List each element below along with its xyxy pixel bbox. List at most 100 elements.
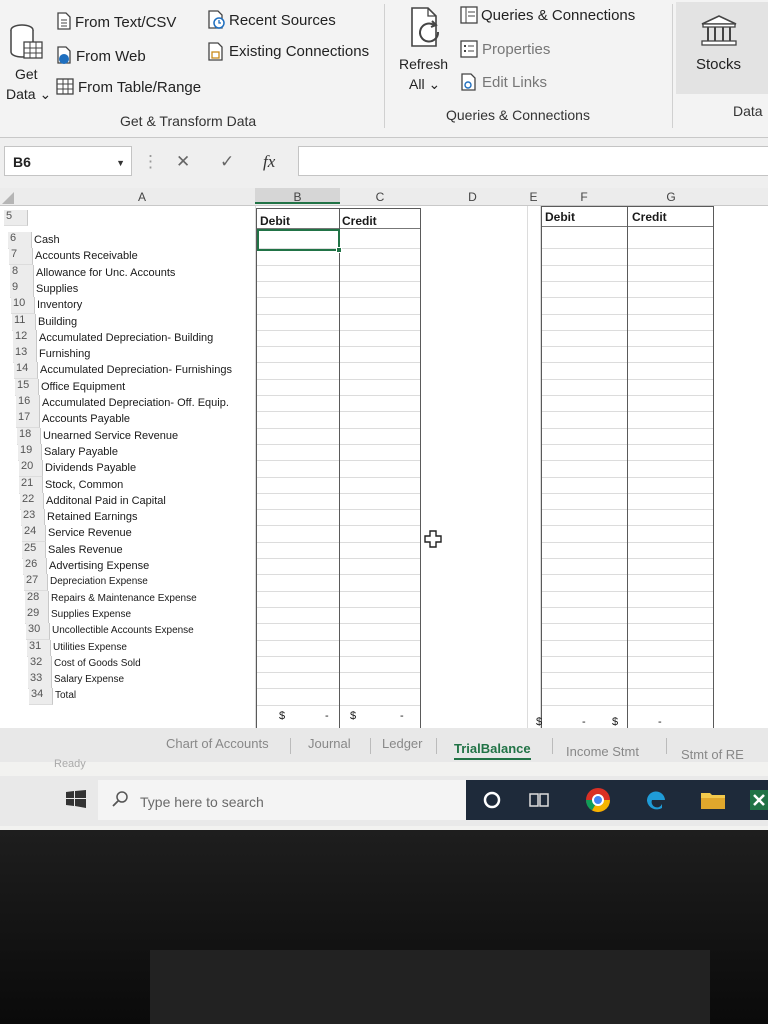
- row-number[interactable]: 8: [10, 264, 34, 282]
- column-header-g[interactable]: G: [628, 190, 714, 204]
- formula-input[interactable]: [298, 146, 768, 176]
- column-header-e[interactable]: E: [527, 190, 540, 204]
- account-label[interactable]: Stock, Common: [45, 479, 123, 491]
- row-number[interactable]: 18: [17, 427, 41, 445]
- row-number[interactable]: 29: [25, 606, 49, 624]
- file-explorer-icon[interactable]: [700, 790, 726, 810]
- row-number[interactable]: 31: [27, 639, 51, 657]
- bank-icon[interactable]: [700, 14, 738, 48]
- account-label[interactable]: Accumulated Depreciation- Building: [39, 332, 213, 344]
- account-label[interactable]: Allowance for Unc. Accounts: [36, 267, 175, 279]
- account-label[interactable]: Repairs & Maintenance Expense: [51, 593, 197, 604]
- row-number[interactable]: 22: [20, 492, 44, 510]
- row-number[interactable]: 33: [28, 672, 52, 690]
- account-label[interactable]: Inventory: [37, 299, 82, 311]
- row-number[interactable]: 24: [22, 525, 46, 543]
- tab-trial-balance[interactable]: TrialBalance: [454, 741, 531, 760]
- row-number[interactable]: 17: [16, 411, 40, 429]
- database-icon[interactable]: [8, 22, 44, 62]
- row-number[interactable]: 34: [29, 688, 53, 706]
- from-table-range-button[interactable]: From Table/Range: [78, 79, 201, 96]
- account-label[interactable]: Dividends Payable: [45, 462, 136, 474]
- refresh-icon[interactable]: [408, 6, 444, 50]
- account-label[interactable]: Accumulated Depreciation- Off. Equip.: [42, 397, 229, 409]
- row-number[interactable]: 21: [19, 476, 43, 494]
- row-number[interactable]: 32: [28, 655, 52, 673]
- account-label[interactable]: Accumulated Depreciation- Furnishings: [40, 364, 232, 376]
- enter-icon[interactable]: ✓: [220, 152, 234, 172]
- row-number[interactable]: 23: [21, 509, 45, 527]
- fill-handle[interactable]: [336, 247, 342, 253]
- refresh-all-button[interactable]: All ⌄: [409, 76, 440, 93]
- taskbar-search-box[interactable]: Type here to search: [98, 780, 466, 820]
- cancel-icon[interactable]: ✕: [176, 152, 190, 172]
- account-label[interactable]: Total: [55, 690, 76, 701]
- row-number[interactable]: 19: [18, 443, 42, 461]
- tab-stmt-of-re[interactable]: Stmt of RE: [681, 747, 744, 762]
- select-all-icon[interactable]: [2, 192, 14, 204]
- row-number[interactable]: 26: [23, 558, 47, 575]
- account-label[interactable]: Retained Earnings: [47, 511, 138, 523]
- from-web-button[interactable]: From Web: [76, 48, 146, 65]
- row-number[interactable]: 12: [13, 329, 37, 347]
- chevron-down-icon[interactable]: ▼: [116, 158, 125, 168]
- row-number[interactable]: 9: [10, 280, 34, 298]
- task-view-icon[interactable]: [528, 790, 550, 810]
- get-data-line1[interactable]: Get: [15, 66, 38, 82]
- row-number[interactable]: 15: [15, 378, 39, 396]
- row-number[interactable]: 13: [13, 346, 37, 364]
- account-label[interactable]: Supplies Expense: [51, 609, 131, 620]
- account-label[interactable]: Building: [38, 316, 77, 328]
- name-box[interactable]: B6 ▼: [4, 146, 132, 176]
- edge-icon[interactable]: [644, 788, 668, 812]
- tab-ledger[interactable]: Ledger: [382, 736, 422, 751]
- row-number[interactable]: 30: [26, 623, 50, 641]
- start-button[interactable]: [56, 780, 96, 818]
- column-header-a[interactable]: A: [30, 190, 254, 204]
- recent-sources-button[interactable]: Recent Sources: [229, 12, 336, 29]
- account-label[interactable]: Accounts Payable: [42, 413, 130, 425]
- column-header-c[interactable]: C: [340, 190, 420, 204]
- account-label[interactable]: Furnishing: [39, 348, 90, 360]
- row-number[interactable]: 27: [24, 574, 48, 592]
- account-label[interactable]: Salary Expense: [54, 674, 124, 685]
- row-number[interactable]: 11: [12, 313, 36, 331]
- row-number[interactable]: 5: [4, 210, 28, 226]
- row-number[interactable]: 20: [19, 460, 43, 478]
- account-label[interactable]: Advertising Expense: [49, 560, 149, 572]
- column-header-d[interactable]: D: [420, 190, 525, 204]
- account-label[interactable]: Unearned Service Revenue: [43, 430, 178, 442]
- tab-income-stmt[interactable]: Income Stmt: [566, 744, 639, 759]
- account-label[interactable]: Accounts Receivable: [35, 250, 138, 262]
- account-label[interactable]: Uncollectible Accounts Expense: [52, 625, 194, 636]
- account-label[interactable]: Depreciation Expense: [50, 576, 148, 587]
- excel-icon[interactable]: [750, 790, 768, 810]
- properties-button[interactable]: Properties: [482, 41, 550, 58]
- existing-connections-button[interactable]: Existing Connections: [229, 43, 369, 60]
- column-header-f[interactable]: F: [540, 190, 628, 204]
- account-label[interactable]: Salary Payable: [44, 446, 118, 458]
- cortana-icon[interactable]: [482, 790, 502, 810]
- column-header-b[interactable]: B: [255, 188, 340, 204]
- account-label[interactable]: Sales Revenue: [48, 544, 123, 556]
- account-label[interactable]: Office Equipment: [41, 381, 125, 393]
- row-number[interactable]: 16: [16, 395, 40, 412]
- edit-links-button[interactable]: Edit Links: [482, 74, 547, 91]
- account-label[interactable]: Cash: [34, 234, 60, 246]
- row-number[interactable]: 28: [25, 590, 49, 608]
- row-number[interactable]: 10: [11, 297, 35, 315]
- row-number[interactable]: 25: [22, 541, 46, 559]
- account-label[interactable]: Additonal Paid in Capital: [46, 495, 166, 507]
- account-label[interactable]: Service Revenue: [48, 527, 132, 539]
- tab-journal[interactable]: Journal: [308, 736, 351, 751]
- row-number[interactable]: 7: [9, 248, 33, 266]
- active-cell-b6[interactable]: [257, 229, 340, 251]
- queries-connections-button[interactable]: Queries & Connections: [481, 7, 635, 24]
- from-text-csv-button[interactable]: From Text/CSV: [75, 14, 176, 31]
- chrome-icon[interactable]: [584, 786, 612, 814]
- insert-function-icon[interactable]: fx: [263, 152, 275, 172]
- worksheet-grid[interactable]: A B C D E F G 5 Debit Credit Debit Credi…: [0, 188, 768, 736]
- get-data-button[interactable]: Data ⌄: [6, 86, 51, 103]
- row-number[interactable]: 6: [8, 232, 32, 249]
- refresh-all-line1[interactable]: Refresh: [399, 56, 448, 72]
